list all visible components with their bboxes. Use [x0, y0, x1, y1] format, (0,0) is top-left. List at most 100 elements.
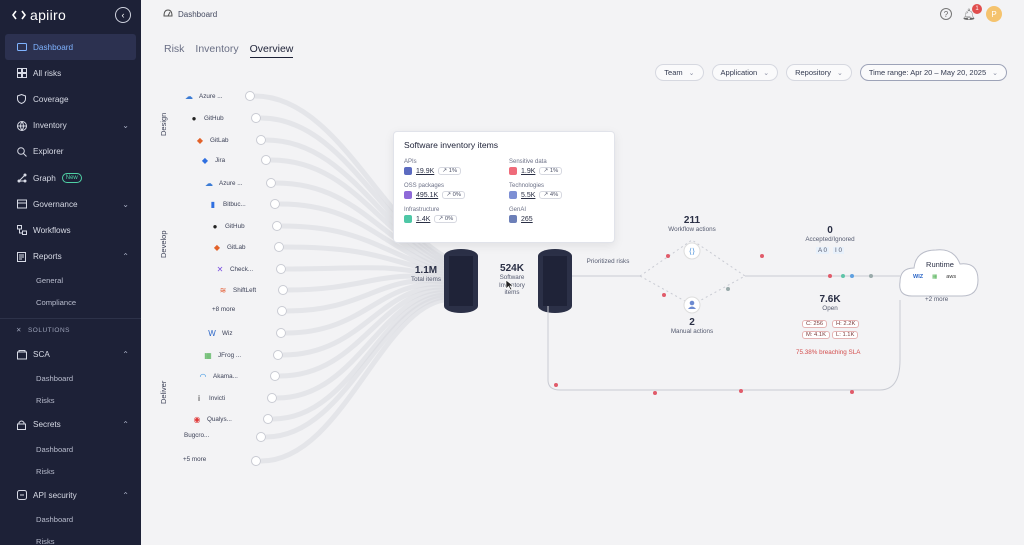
source-item[interactable]: ◠ Akama...: [198, 371, 238, 381]
source-item[interactable]: i Invicti: [194, 393, 225, 403]
source-item[interactable]: W Wiz: [207, 328, 232, 338]
tooltip-item[interactable]: APIs 19.9K ↗ 1%: [404, 159, 499, 175]
sidebar-item-workflows[interactable]: Workflows: [0, 217, 141, 243]
sidebar-item-coverage[interactable]: Coverage: [0, 86, 141, 112]
source-item[interactable]: ● GitHub: [210, 221, 245, 231]
source-port[interactable]: [245, 91, 255, 101]
manual-actions-node[interactable]: [683, 296, 701, 314]
prioritized-risks-metric[interactable]: Prioritized risks: [584, 258, 632, 266]
tooltip-item-value[interactable]: 495.1K: [416, 192, 438, 199]
source-item[interactable]: ✕ Check...: [215, 264, 253, 274]
source-item[interactable]: +8 more: [212, 306, 235, 313]
source-item[interactable]: ☁ Azure ...: [184, 91, 222, 101]
sidebar-subitem-api-risks[interactable]: Risks: [0, 530, 141, 545]
source-port[interactable]: [270, 371, 280, 381]
accepted-ignored-metric[interactable]: 0 Accepted/Ignored A 0 I 0: [798, 225, 862, 255]
tab-overview[interactable]: Overview: [249, 43, 294, 58]
sla-breach-text: 75.38% breaching SLA: [796, 349, 861, 356]
sidebar-subitem-api-dashboard[interactable]: Dashboard: [0, 508, 141, 530]
sidebar-item-all-risks[interactable]: All risks: [0, 60, 141, 86]
tooltip-item[interactable]: Sensitive data 1.9K ↗ 1%: [509, 159, 604, 175]
tooltip-item-value[interactable]: 19.9K: [416, 168, 434, 175]
app-logo[interactable]: apiiro: [12, 7, 66, 23]
tooltip-item-value[interactable]: 5.5K: [521, 192, 535, 199]
source-port[interactable]: [276, 328, 286, 338]
risk-graph-cylinder[interactable]: [538, 249, 572, 313]
sidebar-item-graph[interactable]: Graph New: [0, 165, 141, 191]
tooltip-item[interactable]: Infrastructure 1.4K ↗ 0%: [404, 207, 499, 223]
source-port[interactable]: [256, 432, 266, 442]
source-item[interactable]: ▮ Bitbuc...: [208, 199, 246, 209]
chevron-up-icon: ⌃: [122, 252, 129, 262]
source-port[interactable]: [276, 264, 286, 274]
tooltip-item[interactable]: OSS packages 495.1K ↗ 0%: [404, 183, 499, 199]
source-port[interactable]: [270, 199, 280, 209]
tab-risk[interactable]: Risk: [164, 43, 184, 58]
source-item[interactable]: ☁ Azure ...: [204, 178, 242, 188]
application-filter[interactable]: Application ⌄: [711, 64, 779, 81]
source-port[interactable]: [278, 285, 288, 295]
tooltip-item[interactable]: GenAI 265: [509, 207, 604, 223]
sidebar-item-secrets[interactable]: Secrets ⌃: [0, 412, 141, 438]
total-items-metric[interactable]: 1.1M Total items: [406, 265, 446, 284]
sidebar-item-explorer[interactable]: Explorer: [0, 139, 141, 165]
high-badge[interactable]: H: 2.2K: [832, 320, 860, 328]
sidebar-subitem-sca-risks[interactable]: Risks: [0, 390, 141, 412]
medium-badge[interactable]: M: 4.1K: [802, 331, 830, 339]
tooltip-item-row: 1.9K ↗ 1%: [509, 167, 604, 175]
runtime-more[interactable]: +2 more: [925, 296, 948, 303]
source-item[interactable]: ● GitHub: [189, 113, 224, 123]
manual-actions-metric[interactable]: 2 Manual actions: [664, 317, 720, 336]
avatar[interactable]: P: [986, 6, 1002, 22]
sidebar-subitem-secrets-dashboard[interactable]: Dashboard: [0, 438, 141, 460]
sidebar-subitem-sca-dashboard[interactable]: Dashboard: [0, 368, 141, 390]
tooltip-item[interactable]: Technologies 5.5K ↗ 4%: [509, 183, 604, 199]
source-port[interactable]: [251, 456, 261, 466]
low-badge[interactable]: L: 1.1K: [832, 331, 859, 339]
dca-cylinder[interactable]: [444, 249, 478, 313]
source-port[interactable]: [277, 306, 287, 316]
source-port[interactable]: [261, 155, 271, 165]
source-port[interactable]: [263, 414, 273, 424]
sidebar-subitem-general[interactable]: General: [0, 270, 141, 292]
breadcrumb-label[interactable]: Dashboard: [178, 10, 217, 19]
source-port[interactable]: [274, 242, 284, 252]
source-port[interactable]: [251, 113, 261, 123]
sidebar-item-reports[interactable]: Reports ⌃: [0, 244, 141, 270]
repository-filter[interactable]: Repository ⌄: [786, 64, 852, 81]
source-item[interactable]: ◆ GitLab: [212, 242, 246, 252]
help-icon[interactable]: ?: [940, 8, 953, 20]
collapse-sidebar-button[interactable]: ‹: [115, 7, 131, 23]
workflow-actions-node[interactable]: ⟨⟩: [683, 242, 701, 260]
time-range-filter[interactable]: Time range: Apr 20 – May 20, 2025 ⌄: [859, 64, 1007, 81]
workflow-actions-metric[interactable]: 211 Workflow actions: [664, 215, 720, 234]
source-item[interactable]: ◆ GitLab: [195, 135, 229, 145]
critical-badge[interactable]: C: 256: [802, 320, 828, 328]
source-port[interactable]: [273, 350, 283, 360]
source-item[interactable]: ▦ JFrog ...: [203, 350, 241, 360]
sidebar-subitem-secrets-risks[interactable]: Risks: [0, 460, 141, 482]
source-item[interactable]: +5 more: [183, 456, 206, 463]
tab-inventory[interactable]: Inventory: [195, 43, 238, 58]
sidebar-item-governance[interactable]: Governance ⌄: [0, 191, 141, 217]
team-filter[interactable]: Team ⌄: [655, 64, 704, 81]
tooltip-item-value[interactable]: 1.4K: [416, 216, 430, 223]
source-item[interactable]: Bugcro...: [184, 432, 209, 439]
source-item[interactable]: ◆ Jira: [200, 155, 225, 165]
tooltip-item-value[interactable]: 265: [521, 216, 533, 223]
source-port[interactable]: [267, 393, 277, 403]
source-item[interactable]: ≋ ShiftLeft: [218, 285, 256, 295]
tooltip-item-value[interactable]: 1.9K: [521, 168, 535, 175]
notifications-bell[interactable]: 🔔︎ 1: [962, 3, 982, 21]
sidebar-subitem-compliance[interactable]: Compliance: [0, 292, 141, 314]
runtime-node[interactable]: Runtime WIZ ▦ aws: [901, 244, 979, 300]
source-port[interactable]: [272, 221, 282, 231]
open-risks-metric[interactable]: 7.6K Open: [803, 294, 857, 313]
source-port[interactable]: [266, 178, 276, 188]
sidebar-item-sca[interactable]: SCA ⌃: [0, 342, 141, 368]
sidebar-item-api-security[interactable]: API security ⌃: [0, 482, 141, 508]
source-port[interactable]: [256, 135, 266, 145]
source-item[interactable]: ◉ Qualys...: [192, 414, 232, 424]
sidebar-item-dashboard[interactable]: Dashboard: [5, 34, 136, 61]
sidebar-item-inventory[interactable]: Inventory ⌄: [0, 113, 141, 139]
